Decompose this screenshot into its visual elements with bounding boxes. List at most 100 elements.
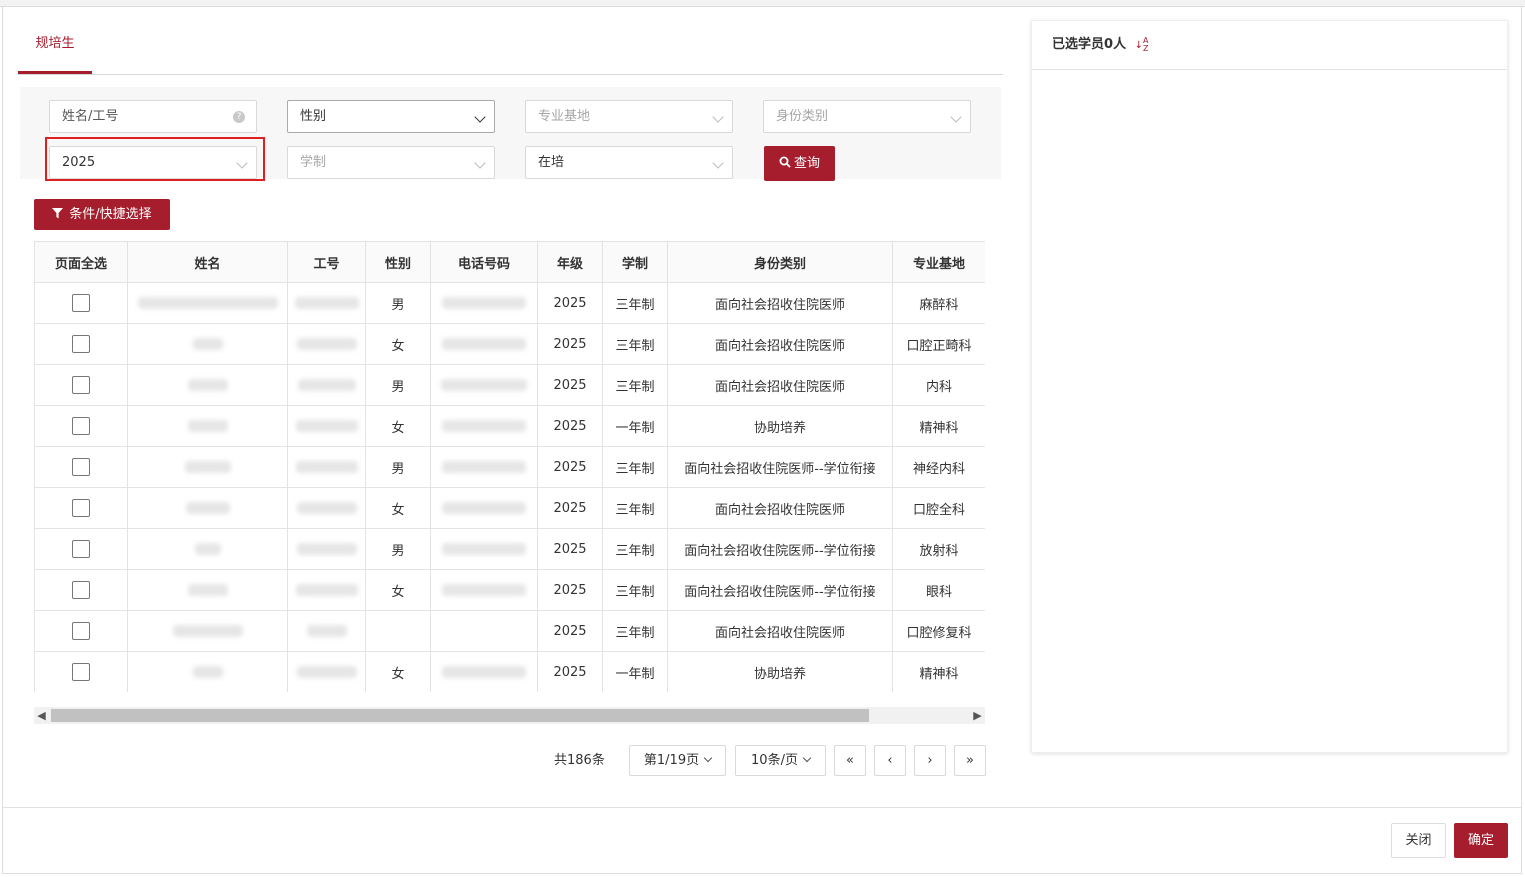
redacted-value: [441, 379, 527, 391]
next-page-button[interactable]: ›: [914, 745, 946, 776]
identity-cell: 协助培养: [667, 651, 893, 692]
gender-select-value: 性别: [300, 109, 327, 124]
base-cell: 放射科: [892, 528, 985, 570]
row-checkbox[interactable]: [72, 335, 90, 353]
redacted-value: [295, 584, 358, 596]
scrollbar-thumb[interactable]: [51, 709, 869, 722]
horizontal-scrollbar[interactable]: ◀ ▶: [34, 707, 985, 724]
sort-alpha-icon[interactable]: ↓A Z: [1135, 36, 1149, 53]
row-checkbox[interactable]: [72, 663, 90, 681]
row-checkbox[interactable]: [72, 376, 90, 394]
row-checkbox[interactable]: [72, 294, 90, 312]
redacted-value: [295, 461, 358, 473]
name-cell: [127, 282, 288, 324]
chevron-down-icon: [712, 157, 724, 169]
table-row[interactable]: 女 2025 三年制 面向社会招收住院医师--学位衔接 眼科: [34, 569, 985, 611]
table-row[interactable]: 男 2025 三年制 面向社会招收住院医师--学位衔接 放射科: [34, 528, 985, 570]
selected-students-panel: 已选学员0人 ↓A Z: [1031, 20, 1508, 753]
first-page-button[interactable]: «: [834, 745, 866, 776]
scroll-left-icon[interactable]: ◀: [34, 707, 49, 724]
table-row[interactable]: 男 2025 三年制 面向社会招收住院医师 内科: [34, 364, 985, 406]
status-select[interactable]: 在培: [525, 146, 733, 179]
gender-cell: 女: [365, 405, 431, 447]
gender-cell: 男: [365, 528, 431, 570]
gender-cell: 男: [365, 282, 431, 324]
grade-cell: 2025: [537, 651, 603, 692]
staff-id-cell: [287, 610, 366, 652]
chevron-down-icon: [703, 753, 713, 763]
table-row[interactable]: 女 2025 一年制 协助培养 精神科: [34, 405, 985, 447]
staff-id-cell: [287, 651, 366, 692]
last-page-button[interactable]: »: [954, 745, 986, 776]
prev-page-button[interactable]: ‹: [874, 745, 906, 776]
grade-cell: 2025: [537, 487, 603, 529]
page-size-select[interactable]: 10条/页: [735, 745, 826, 776]
base-cell: 内科: [892, 364, 985, 406]
duration-cell: 三年制: [602, 569, 668, 611]
student-table: 页面全选 姓名 工号 性别 电话号码 年级 学制 身份类别 专业基地 男 2025…: [34, 241, 985, 692]
page-select[interactable]: 第1/19页: [629, 745, 726, 776]
redacted-value: [184, 461, 231, 473]
grade-cell: 2025: [537, 282, 603, 324]
status-select-value: 在培: [538, 155, 565, 170]
redacted-value: [306, 625, 347, 637]
staff-id-cell: [287, 446, 366, 488]
row-checkbox[interactable]: [72, 540, 90, 558]
base-cell: 口腔修复科: [892, 610, 985, 652]
student-table-wrap: 页面全选 姓名 工号 性别 电话号码 年级 学制 身份类别 专业基地 男 2025…: [34, 241, 985, 692]
student-select-dialog: 规培生 姓名/工号 ? 性别 专业基地 身份类别 2025 学制 在培 查询 条…: [2, 6, 1522, 874]
close-button[interactable]: 关闭: [1391, 823, 1446, 858]
scroll-right-icon[interactable]: ▶: [970, 707, 985, 724]
table-row[interactable]: 女 2025 一年制 协助培养 精神科: [34, 651, 985, 692]
table-row[interactable]: 2025 三年制 面向社会招收住院医师 口腔修复科: [34, 610, 985, 652]
duration-select[interactable]: 学制: [287, 146, 495, 179]
grade-cell: 2025: [537, 528, 603, 570]
redacted-value: [294, 297, 359, 309]
query-button[interactable]: 查询: [764, 146, 835, 181]
base-cell: 口腔全科: [892, 487, 985, 529]
row-checkbox[interactable]: [72, 581, 90, 599]
name-cell: [127, 364, 288, 406]
redacted-value: [442, 461, 526, 473]
confirm-button[interactable]: 确定: [1454, 823, 1508, 858]
gender-cell: 女: [365, 651, 431, 692]
redacted-value: [296, 666, 357, 678]
row-checkbox[interactable]: [72, 458, 90, 476]
table-row[interactable]: 男 2025 三年制 面向社会招收住院医师 麻醉科: [34, 282, 985, 324]
chevron-down-icon: [474, 111, 486, 123]
tab-residents[interactable]: 规培生: [18, 28, 92, 74]
redacted-value: [194, 543, 221, 555]
help-icon[interactable]: ?: [233, 111, 245, 123]
redacted-value: [442, 502, 526, 514]
select-checkbox-cell: [34, 323, 128, 365]
name-cell: [127, 446, 288, 488]
phone-cell: [430, 405, 538, 447]
row-checkbox[interactable]: [72, 417, 90, 435]
table-row[interactable]: 女 2025 三年制 面向社会招收住院医师 口腔全科: [34, 487, 985, 529]
name-id-input[interactable]: 姓名/工号 ?: [49, 100, 257, 133]
gender-select[interactable]: 性别: [287, 100, 495, 133]
name-cell: [127, 610, 288, 652]
duration-cell: 三年制: [602, 323, 668, 365]
condition-quick-select-button[interactable]: 条件/快捷选择: [34, 199, 170, 230]
table-row[interactable]: 男 2025 三年制 面向社会招收住院医师--学位衔接 神经内科: [34, 446, 985, 488]
query-button-label: 查询: [793, 156, 820, 171]
row-checkbox[interactable]: [72, 622, 90, 640]
col-name: 姓名: [127, 241, 288, 283]
base-select[interactable]: 专业基地: [525, 100, 733, 133]
redacted-value: [442, 584, 526, 596]
identity-cell: 面向社会招收住院医师--学位衔接: [667, 528, 893, 570]
name-cell: [127, 651, 288, 692]
col-identity: 身份类别: [667, 241, 893, 283]
redacted-value: [442, 543, 526, 555]
identity-select[interactable]: 身份类别: [763, 100, 971, 133]
row-checkbox[interactable]: [72, 499, 90, 517]
identity-cell: 面向社会招收住院医师: [667, 610, 893, 652]
duration-select-placeholder: 学制: [300, 155, 327, 170]
name-cell: [127, 487, 288, 529]
col-select-all[interactable]: 页面全选: [34, 241, 128, 283]
chevron-down-icon: [802, 753, 812, 763]
col-base: 专业基地: [892, 241, 985, 283]
table-row[interactable]: 女 2025 三年制 面向社会招收住院医师 口腔正畸科: [34, 323, 985, 365]
base-select-placeholder: 专业基地: [538, 109, 591, 124]
